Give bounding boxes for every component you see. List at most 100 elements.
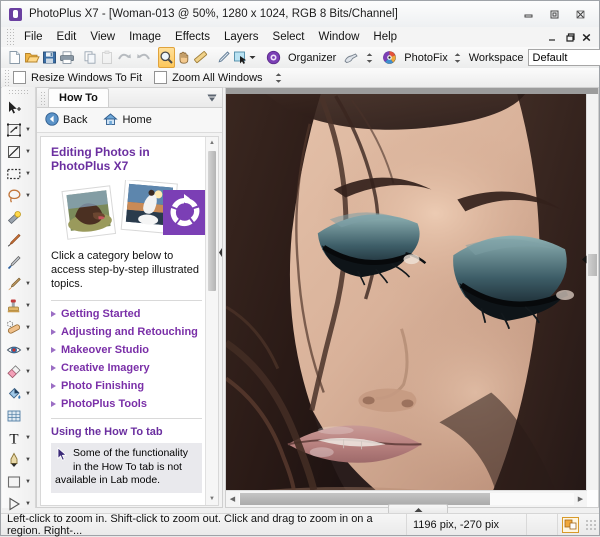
- measure-tool-icon[interactable]: [192, 47, 209, 68]
- brush-styles-icon[interactable]: [342, 47, 360, 68]
- zoom-tool-icon[interactable]: [158, 47, 175, 68]
- copy-icon[interactable]: [82, 47, 99, 68]
- node-select-icon[interactable]: [232, 47, 249, 68]
- menu-effects[interactable]: Effects: [168, 29, 217, 45]
- toolbar-overflow-spinner-icon[interactable]: [366, 50, 373, 66]
- shapes-dropdown-caret-icon[interactable]: ▼: [24, 472, 32, 492]
- category-adjusting-and-retouching[interactable]: Adjusting and Retouching: [51, 326, 202, 338]
- hscroll-thumb[interactable]: [240, 493, 490, 505]
- pan-tool-icon[interactable]: [175, 47, 192, 68]
- image-canvas[interactable]: [226, 94, 587, 490]
- save-icon[interactable]: [41, 47, 58, 68]
- blemish-remover-dropdown-caret-icon[interactable]: ▼: [24, 318, 32, 338]
- undo-icon[interactable]: [116, 47, 134, 68]
- pen-dropdown-caret-icon[interactable]: ▼: [24, 450, 32, 470]
- category-photoplus-tools[interactable]: PhotoPlus Tools: [51, 398, 202, 410]
- tool-magic-wand[interactable]: [2, 207, 35, 229]
- tool-palette-grip-handle[interactable]: [8, 89, 29, 96]
- new-icon[interactable]: [6, 47, 23, 68]
- options-overflow-spinner-icon[interactable]: [275, 70, 282, 86]
- tool-color-pickup[interactable]: [2, 251, 35, 273]
- photofix-button[interactable]: PhotoFix: [378, 47, 447, 68]
- menu-view[interactable]: View: [83, 29, 122, 45]
- how-to-vertical-scrollbar[interactable]: ▲ ▼: [205, 137, 218, 505]
- lasso-select-dropdown-caret-icon[interactable]: ▼: [24, 186, 32, 206]
- deform-dropdown-caret-icon[interactable]: ▼: [24, 120, 32, 140]
- scroll-up-icon[interactable]: ▲: [206, 137, 218, 149]
- how-to-panel-grip-handle[interactable]: [40, 91, 46, 105]
- menu-help[interactable]: Help: [366, 29, 404, 45]
- tool-red-eye[interactable]: ▼: [2, 339, 35, 361]
- mdi-minimize-button[interactable]: [546, 30, 558, 44]
- document-vertical-scrollbar[interactable]: [586, 94, 598, 490]
- minimize-button[interactable]: [515, 5, 541, 23]
- tool-shapes[interactable]: ▼: [2, 471, 35, 493]
- menu-image[interactable]: Image: [122, 29, 168, 45]
- tab-how-to[interactable]: How To: [48, 88, 109, 107]
- auto-hide-icon[interactable]: [205, 91, 218, 104]
- menu-file[interactable]: File: [17, 29, 50, 45]
- tool-rectangle-select[interactable]: ▼: [2, 163, 35, 185]
- node-edit-dropdown-caret-icon[interactable]: ▼: [24, 494, 32, 514]
- crop-dropdown-caret-icon[interactable]: ▼: [24, 142, 32, 162]
- resize-grip-icon[interactable]: [585, 519, 596, 530]
- menu-select[interactable]: Select: [266, 29, 312, 45]
- menu-edit[interactable]: Edit: [50, 29, 84, 45]
- panel-splitter-handle[interactable]: [217, 245, 223, 259]
- category-photo-finishing[interactable]: Photo Finishing: [51, 380, 202, 392]
- tool-red-eye-brush[interactable]: [2, 229, 35, 251]
- vertical-scrollbar-thumb[interactable]: [588, 254, 597, 276]
- tool-move[interactable]: [2, 97, 35, 119]
- maximize-button[interactable]: [541, 5, 567, 23]
- close-button[interactable]: [567, 5, 593, 23]
- canvas-edge-handle[interactable]: [581, 255, 588, 264]
- tool-flood-fill[interactable]: ▼: [2, 383, 35, 405]
- open-icon[interactable]: [23, 47, 41, 68]
- menu-window[interactable]: Window: [312, 29, 367, 45]
- workspace-select[interactable]: Default ▼: [528, 49, 600, 66]
- tool-crop[interactable]: ▼: [2, 141, 35, 163]
- organizer-button[interactable]: Organizer: [262, 47, 336, 68]
- node-select-dropdown-caret-icon[interactable]: [249, 48, 256, 67]
- zoom-all-windows-checkbox[interactable]: [154, 71, 167, 84]
- paintbrush-dropdown-caret-icon[interactable]: ▼: [24, 274, 32, 294]
- scrollbar-thumb[interactable]: [208, 151, 216, 291]
- tool-deform[interactable]: ▼: [2, 119, 35, 141]
- text-dropdown-caret-icon[interactable]: ▼: [24, 428, 32, 448]
- organizer-icon[interactable]: [262, 47, 285, 68]
- back-button[interactable]: Back: [45, 112, 87, 129]
- tool-blemish-remover[interactable]: ▼: [2, 317, 35, 339]
- mdi-close-button[interactable]: [580, 30, 592, 44]
- tool-clone[interactable]: ▼: [2, 295, 35, 317]
- paste-icon[interactable]: [99, 47, 116, 68]
- print-icon[interactable]: [58, 47, 76, 68]
- photofix-icon[interactable]: [378, 47, 401, 68]
- scroll-down-icon[interactable]: ▼: [206, 493, 218, 505]
- photofix-overflow-spinner-icon[interactable]: [454, 50, 461, 66]
- redo-icon[interactable]: [134, 47, 152, 68]
- home-button[interactable]: Home: [103, 112, 151, 129]
- flood-fill-dropdown-caret-icon[interactable]: ▼: [24, 384, 32, 404]
- red-eye-dropdown-caret-icon[interactable]: ▼: [24, 340, 32, 360]
- retouch-icon[interactable]: [215, 47, 232, 68]
- image-mode-icon[interactable]: [558, 517, 583, 533]
- clone-dropdown-caret-icon[interactable]: ▼: [24, 296, 32, 316]
- scroll-right-icon[interactable]: ▶: [574, 492, 587, 506]
- tool-text[interactable]: T ▼: [2, 427, 35, 449]
- category-creative-imagery[interactable]: Creative Imagery: [51, 362, 202, 374]
- scroll-left-icon[interactable]: ◀: [226, 492, 239, 506]
- resize-windows-to-fit-option[interactable]: Resize Windows To Fit: [13, 71, 142, 84]
- rectangle-select-dropdown-caret-icon[interactable]: ▼: [24, 164, 32, 184]
- mdi-restore-button[interactable]: [563, 30, 575, 44]
- tool-eraser[interactable]: ▼: [2, 361, 35, 383]
- menu-grip-handle[interactable]: [5, 29, 14, 45]
- menu-layers[interactable]: Layers: [217, 29, 266, 45]
- category-makeover-studio[interactable]: Makeover Studio: [51, 344, 202, 356]
- resize-windows-checkbox[interactable]: [13, 71, 26, 84]
- tool-paintbrush[interactable]: ▼: [2, 273, 35, 295]
- tool-pen[interactable]: ▼: [2, 449, 35, 471]
- category-getting-started[interactable]: Getting Started: [51, 308, 202, 320]
- tool-mesh-warp[interactable]: [2, 405, 35, 427]
- tool-lasso-select[interactable]: ▼: [2, 185, 35, 207]
- eraser-dropdown-caret-icon[interactable]: ▼: [24, 362, 32, 382]
